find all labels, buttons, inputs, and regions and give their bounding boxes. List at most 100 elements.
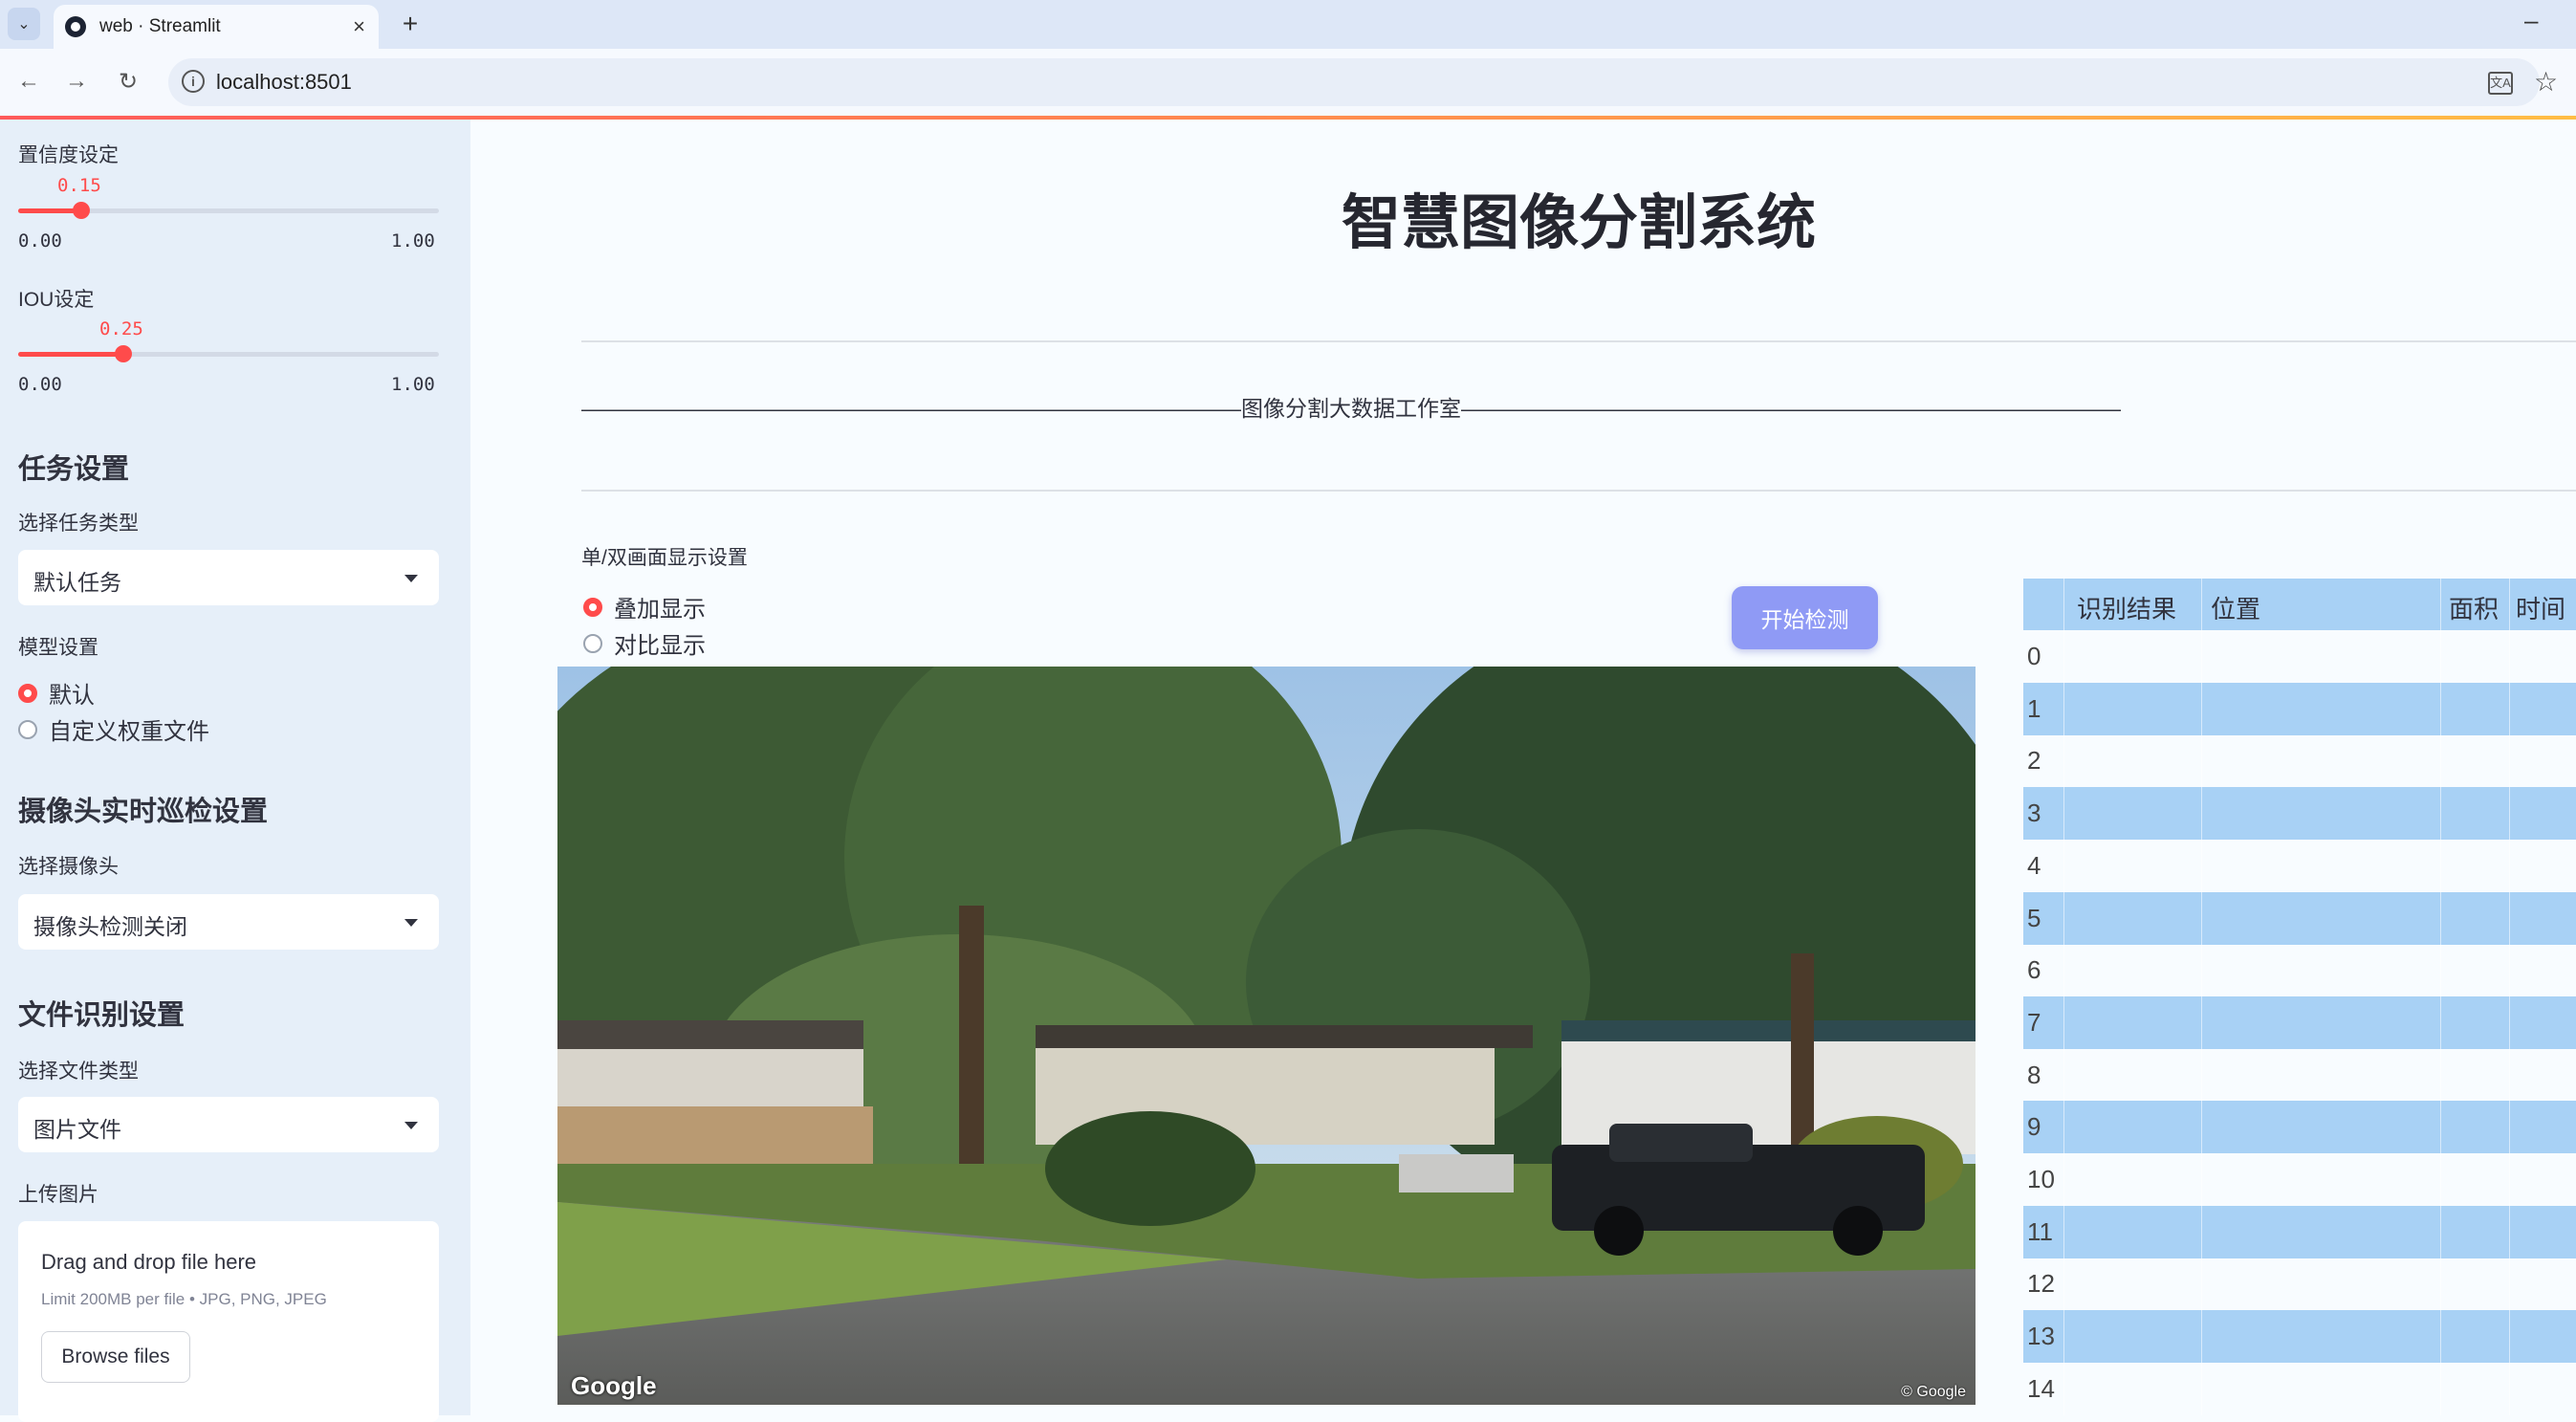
confidence-max: 1.00 <box>391 230 435 252</box>
model-option-custom[interactable]: 自定义权重文件 <box>18 712 209 746</box>
display-mode-compare[interactable]: 对比显示 <box>583 626 706 660</box>
table-row[interactable]: 5 <box>2023 891 2576 945</box>
table-row[interactable]: 10 <box>2023 1153 2576 1206</box>
divider-top <box>581 340 2576 342</box>
browse-files-button[interactable]: Browse files <box>41 1331 190 1383</box>
url-text: localhost:8501 <box>216 70 352 94</box>
iou-slider[interactable] <box>18 345 439 362</box>
forward-arrow-icon[interactable]: → <box>59 64 94 98</box>
camera-select-label: 选择摄像头 <box>18 856 119 878</box>
column-header-time[interactable]: 时间 <box>2516 590 2565 625</box>
camera-settings-heading: 摄像头实时巡检设置 <box>18 797 269 827</box>
confidence-slider[interactable] <box>18 202 439 219</box>
task-type-label: 选择任务类型 <box>18 513 139 535</box>
bookmark-star-icon[interactable]: ☆ <box>2534 66 2558 98</box>
radio-unselected-icon[interactable] <box>18 719 37 739</box>
radio-selected-icon[interactable] <box>583 597 602 617</box>
column-header-position[interactable]: 位置 <box>2211 590 2260 625</box>
chevron-down-icon <box>404 575 418 582</box>
task-settings-heading: 任务设置 <box>18 454 130 485</box>
new-tab-plus-icon[interactable]: + <box>394 8 426 40</box>
table-row[interactable]: 12 <box>2023 1258 2576 1310</box>
google-copyright: © Google <box>1901 1384 1966 1400</box>
upload-label: 上传图片 <box>18 1184 98 1206</box>
row-index: 6 <box>2027 955 2041 985</box>
confidence-min: 0.00 <box>18 230 62 252</box>
table-row[interactable]: 3 <box>2023 787 2576 841</box>
column-divider <box>2201 579 2202 1415</box>
row-index: 0 <box>2027 642 2041 670</box>
row-index: 1 <box>2027 693 2041 723</box>
browser-tab[interactable]: web · Streamlit × <box>54 5 379 49</box>
translate-icon[interactable]: 文A <box>2488 72 2513 95</box>
iou-label: IOU设定 <box>18 289 95 311</box>
table-row[interactable]: 0 <box>2023 630 2576 683</box>
iou-slider-thumb[interactable] <box>115 345 132 362</box>
google-watermark: Google <box>571 1371 657 1400</box>
row-index: 14 <box>2027 1373 2055 1403</box>
model-option-default-label: 默认 <box>49 683 95 709</box>
row-index: 2 <box>2027 746 2041 776</box>
row-index: 11 <box>2027 1216 2053 1246</box>
upload-limit-text: Limit 200MB per file • JPG, PNG, JPEG <box>41 1290 327 1308</box>
display-mode-overlay[interactable]: 叠加显示 <box>583 590 706 623</box>
iou-slider-fill <box>18 352 123 357</box>
streamlit-favicon-icon <box>65 16 86 37</box>
row-index: 4 <box>2027 850 2041 880</box>
display-mode-overlay-label: 叠加显示 <box>614 597 706 623</box>
table-row[interactable]: 6 <box>2023 944 2576 996</box>
row-index: 5 <box>2027 903 2041 932</box>
column-header-area[interactable]: 面积 <box>2449 590 2499 625</box>
start-detection-button[interactable]: 开始检测 <box>1732 586 1878 649</box>
row-index: 8 <box>2027 1060 2041 1089</box>
table-header: 识别结果 位置 面积 时间 <box>2023 579 2576 630</box>
confidence-value: 0.15 <box>57 175 101 196</box>
task-type-value: 默认任务 <box>33 570 121 595</box>
chevron-down-icon <box>404 919 418 927</box>
tab-search-dropdown-icon[interactable]: ⌄ <box>8 8 40 40</box>
table-row[interactable]: 1 <box>2023 682 2576 735</box>
table-row[interactable]: 9 <box>2023 1101 2576 1154</box>
row-index: 10 <box>2027 1165 2055 1193</box>
browser-tab-bar: ⌄ web · Streamlit × + – <box>0 0 2576 49</box>
file-uploader-dropzone[interactable]: Drag and drop file here Limit 200MB per … <box>18 1221 439 1422</box>
camera-select[interactable]: 摄像头检测关闭 <box>18 894 439 950</box>
table-row[interactable]: 14 <box>2023 1363 2576 1415</box>
row-index: 3 <box>2027 799 2041 828</box>
row-index: 7 <box>2027 1007 2041 1037</box>
row-index: 12 <box>2027 1269 2055 1299</box>
column-divider <box>2509 579 2510 1415</box>
radio-unselected-icon[interactable] <box>583 633 602 653</box>
tab-close-icon[interactable]: × <box>353 14 365 39</box>
camera-select-value: 摄像头检测关闭 <box>33 914 187 939</box>
display-mode-label: 单/双画面显示设置 <box>581 547 748 569</box>
radio-selected-icon[interactable] <box>18 683 37 703</box>
table-row[interactable]: 8 <box>2023 1049 2576 1102</box>
table-row[interactable]: 2 <box>2023 734 2576 787</box>
table-row[interactable]: 13 <box>2023 1310 2576 1364</box>
confidence-slider-thumb[interactable] <box>73 202 90 219</box>
iou-value: 0.25 <box>99 318 143 339</box>
file-type-label: 选择文件类型 <box>18 1061 139 1083</box>
column-header-result[interactable]: 识别结果 <box>2077 590 2176 625</box>
iou-min: 0.00 <box>18 374 62 395</box>
file-type-select[interactable]: 图片文件 <box>18 1097 439 1152</box>
back-arrow-icon[interactable]: ← <box>11 64 46 98</box>
reload-icon[interactable]: ↻ <box>111 64 145 98</box>
file-settings-heading: 文件识别设置 <box>18 1000 186 1031</box>
display-mode-compare-label: 对比显示 <box>614 633 706 659</box>
row-index: 13 <box>2027 1322 2055 1351</box>
divider-bottom <box>581 490 2576 492</box>
column-divider <box>2440 579 2441 1415</box>
result-image: Google © Google <box>557 667 1976 1405</box>
model-option-default[interactable]: 默认 <box>18 676 95 710</box>
window-minimize-icon[interactable]: – <box>2524 6 2538 35</box>
confidence-label: 置信度设定 <box>18 144 119 166</box>
task-type-select[interactable]: 默认任务 <box>18 550 439 605</box>
table-row[interactable]: 11 <box>2023 1205 2576 1258</box>
table-row[interactable]: 4 <box>2023 840 2576 892</box>
url-field[interactable]: i localhost:8501 <box>168 58 2540 106</box>
site-info-icon[interactable]: i <box>182 70 205 93</box>
street-scene-illustration <box>557 667 1976 1405</box>
table-row[interactable]: 7 <box>2023 995 2576 1049</box>
